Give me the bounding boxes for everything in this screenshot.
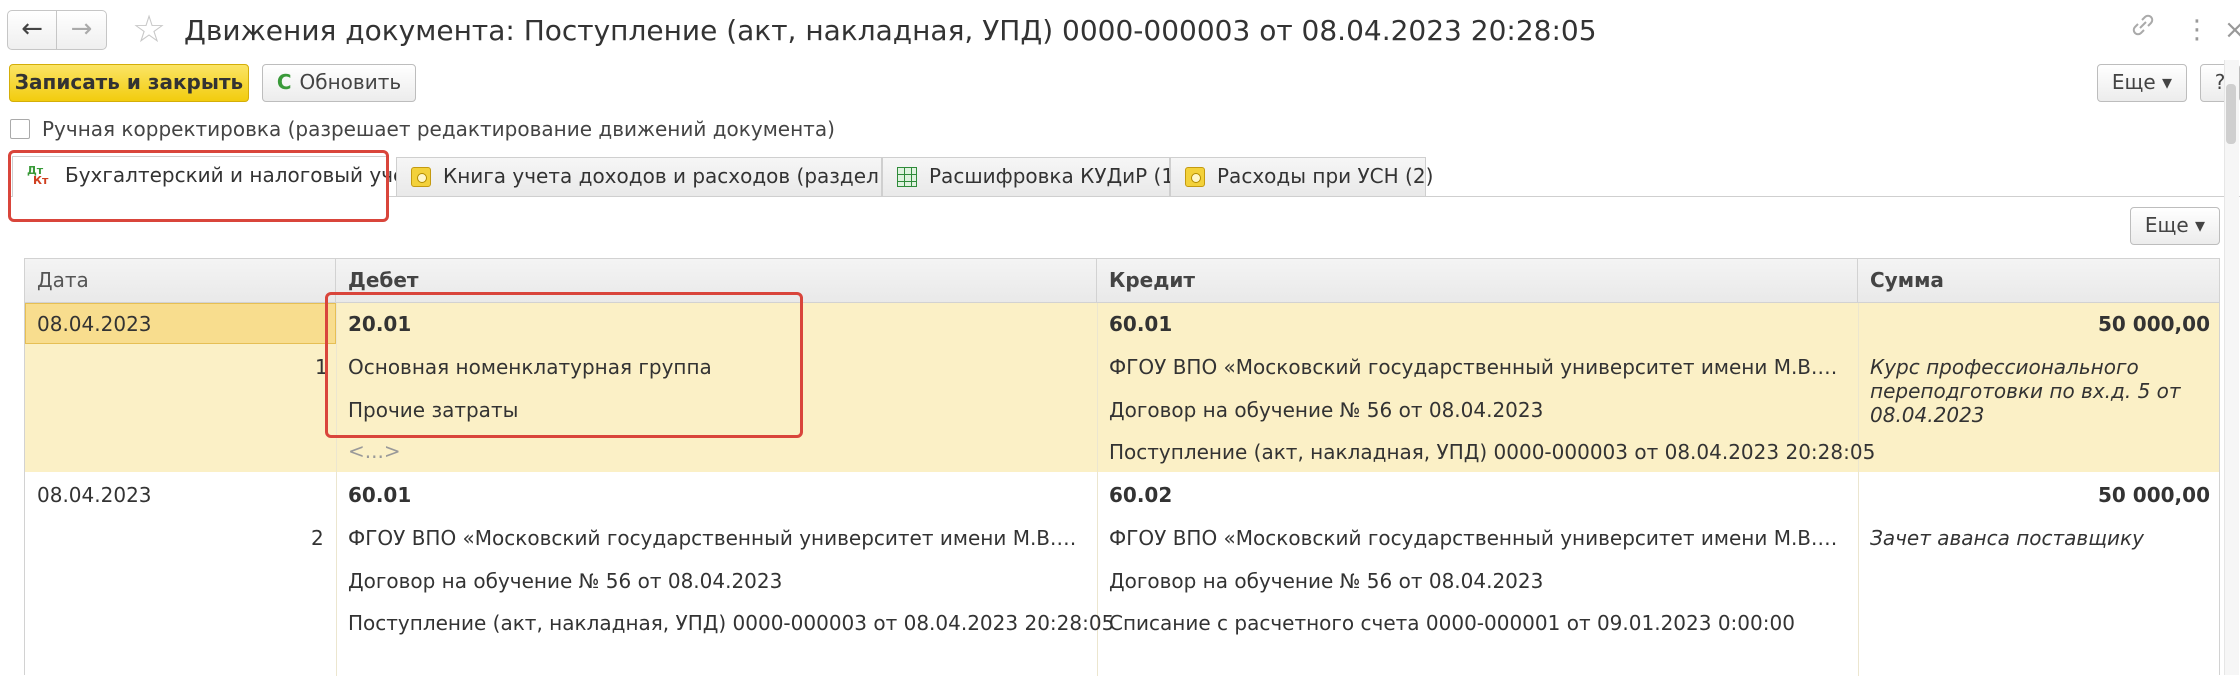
page-title: Движения документа: Поступление (акт, на… bbox=[184, 14, 1597, 47]
tab-kudir-details[interactable]: Расшифровка КУДиР (1) bbox=[882, 157, 1182, 196]
scrollbar-thumb[interactable] bbox=[2226, 84, 2236, 144]
forward-button[interactable]: → bbox=[57, 10, 107, 50]
credit-subconto: ФГОУ ВПО «Московский государственный уни… bbox=[1109, 355, 1845, 379]
row-date: 08.04.2023 bbox=[37, 483, 152, 507]
grid-icon bbox=[897, 167, 917, 187]
debit-account: 60.01 bbox=[348, 483, 412, 507]
tab-usn-expenses[interactable]: Расходы при УСН (2) bbox=[1170, 157, 1433, 196]
column-divider bbox=[1858, 303, 1859, 676]
credit-subconto: Договор на обучение № 56 от 08.04.2023 bbox=[1109, 398, 1544, 422]
tab-income-expense-book[interactable]: Книга учета доходов и расходов (раздел I… bbox=[396, 157, 934, 196]
manual-edit-checkbox[interactable] bbox=[10, 119, 30, 139]
link-icon[interactable] bbox=[2130, 12, 2156, 48]
save-and-close-button[interactable]: Записать и закрыть bbox=[9, 64, 249, 102]
book-icon bbox=[411, 167, 431, 187]
debit-subconto: Договор на обучение № 56 от 08.04.2023 bbox=[348, 569, 783, 593]
credit-subconto: Списание с расчетного счета 0000-000001 … bbox=[1109, 611, 1795, 635]
row-date: 08.04.2023 bbox=[37, 312, 152, 336]
tab-highlight-frame bbox=[8, 150, 389, 222]
refresh-icon: C bbox=[276, 70, 292, 94]
close-icon[interactable]: × bbox=[2224, 12, 2240, 48]
more-vertical-icon[interactable]: ⋮ bbox=[2184, 12, 2210, 48]
tab-label: Книга учета доходов и расходов (раздел I… bbox=[443, 164, 934, 188]
credit-subconto: Договор на обучение № 56 от 08.04.2023 bbox=[1109, 569, 1544, 593]
row-sum: 50 000,00 bbox=[2098, 312, 2210, 336]
debit-highlight-frame bbox=[325, 292, 803, 438]
tab-label: Расходы при УСН (2) bbox=[1217, 164, 1434, 188]
refresh-button[interactable]: C Обновить bbox=[262, 64, 416, 102]
arrow-right-icon: → bbox=[70, 14, 93, 44]
arrow-left-icon: ← bbox=[21, 14, 43, 44]
header-date[interactable]: Дата bbox=[25, 259, 336, 302]
star-icon[interactable]: ☆ bbox=[132, 7, 166, 51]
row-number: 2 bbox=[311, 526, 324, 550]
credit-subconto: ФГОУ ВПО «Московский государственный уни… bbox=[1109, 526, 1845, 550]
row-comment: Зачет аванса поставщику bbox=[1870, 526, 2144, 550]
row-comment: Курс профессионального переподготовки по… bbox=[1870, 355, 2181, 427]
credit-subconto: Поступление (акт, накладная, УПД) 0000-0… bbox=[1109, 440, 1876, 464]
scrollbar[interactable] bbox=[2224, 60, 2239, 675]
table-more-button[interactable]: Еще ▾ bbox=[2130, 207, 2220, 245]
tab-label: Расшифровка КУДиР (1) bbox=[929, 164, 1182, 188]
credit-account: 60.01 bbox=[1109, 312, 1173, 336]
back-button[interactable]: ← bbox=[7, 10, 57, 50]
debit-subconto: Поступление (акт, накладная, УПД) 0000-0… bbox=[348, 611, 1115, 635]
debit-subconto: ФГОУ ВПО «Московский государственный уни… bbox=[348, 526, 1084, 550]
header-sum[interactable]: Сумма bbox=[1858, 259, 2221, 302]
debit-subconto: <...> bbox=[348, 439, 401, 463]
manual-edit-label: Ручная корректировка (разрешает редактир… bbox=[42, 117, 835, 141]
credit-account: 60.02 bbox=[1109, 483, 1173, 507]
row-sum: 50 000,00 bbox=[2098, 483, 2210, 507]
refresh-label: Обновить bbox=[299, 70, 402, 94]
more-button[interactable]: Еще ▾ bbox=[2097, 64, 2187, 102]
book-icon bbox=[1185, 167, 1205, 187]
header-credit[interactable]: Кредит bbox=[1097, 259, 1858, 302]
